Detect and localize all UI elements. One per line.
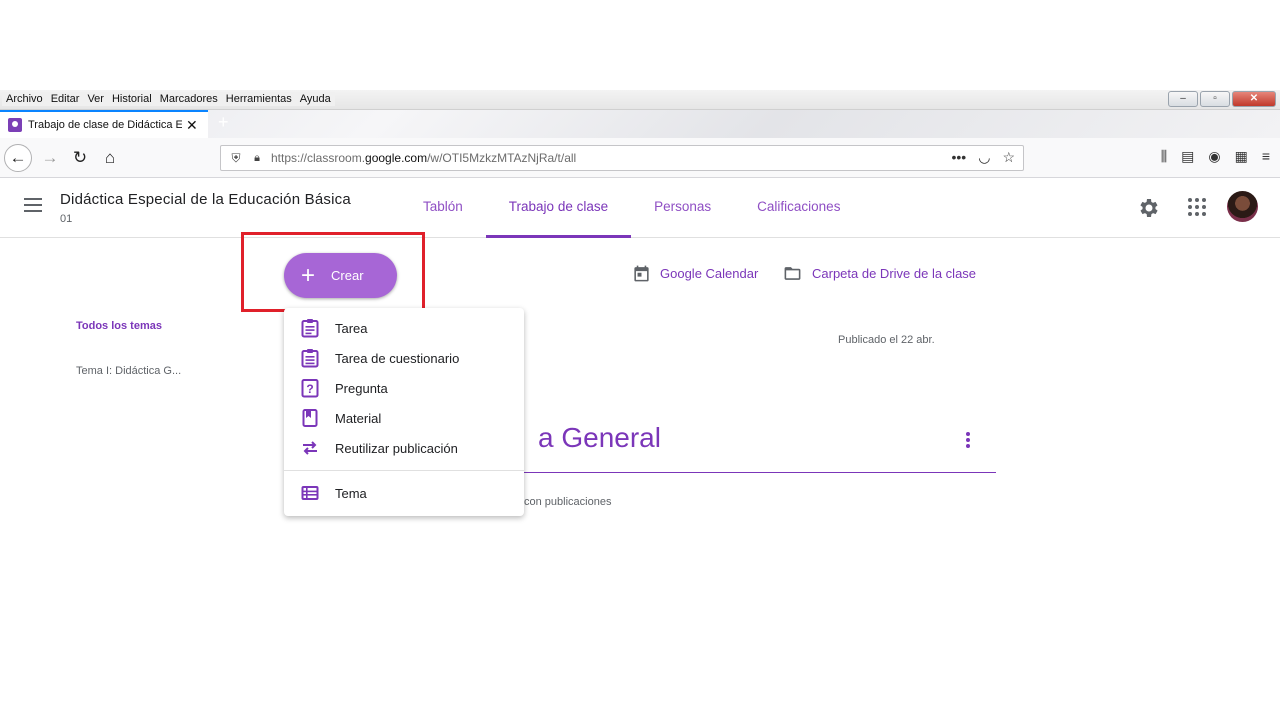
restore-button[interactable]: ▫: [1200, 91, 1230, 107]
tab-calificaciones[interactable]: Calificaciones: [734, 178, 863, 238]
material-icon: [302, 409, 318, 427]
hamburger-menu-icon[interactable]: ≡: [1262, 148, 1270, 165]
topic-more-options-icon[interactable]: [966, 432, 970, 450]
browser-window: Archivo Editar Ver Historial Marcadores …: [0, 90, 1280, 530]
menu-item-tema[interactable]: Tema: [284, 478, 524, 508]
menu-item-label: Tema: [335, 485, 367, 501]
browser-tab[interactable]: Trabajo de clase de Didáctica E ✕: [0, 110, 208, 138]
menu-item-label: Pregunta: [335, 380, 388, 396]
url-domain: google.com: [365, 151, 428, 165]
create-menu: Tarea Tarea de cuestionario ? Pregunta M…: [284, 308, 524, 516]
lock-icon[interactable]: 🔒︎: [251, 152, 263, 165]
class-section: 01: [60, 213, 73, 225]
new-tab-button[interactable]: +: [218, 112, 229, 133]
url-text[interactable]: https://classroom.google.com/w/OTI5MzkzM…: [271, 151, 576, 165]
library-icon[interactable]: ⫼: [1161, 148, 1167, 165]
reload-button[interactable]: ↻: [66, 144, 94, 172]
bookmark-star-icon[interactable]: ☆: [1002, 149, 1015, 166]
published-date: Publicado el 22 abr.: [838, 334, 935, 346]
drive-folder-link[interactable]: Carpeta de Drive de la clase: [782, 264, 976, 283]
create-button[interactable]: + Crear: [284, 253, 397, 298]
menu-marcadores[interactable]: Marcadores: [156, 92, 222, 106]
main-menu-icon[interactable]: [24, 198, 42, 216]
home-button[interactable]: ⌂: [96, 144, 124, 172]
minimize-button[interactable]: –: [1168, 91, 1198, 107]
menu-ayuda[interactable]: Ayuda: [296, 92, 335, 106]
extensions-icon[interactable]: ▦: [1235, 148, 1248, 165]
create-label: Crear: [331, 268, 364, 283]
tab-strip: Trabajo de clase de Didáctica E ✕ +: [0, 110, 1280, 138]
menu-herramientas[interactable]: Herramientas: [222, 92, 296, 106]
all-topics-link[interactable]: Todos los temas: [76, 320, 162, 332]
menu-item-label: Tarea: [335, 320, 368, 336]
settings-gear-icon[interactable]: [1136, 196, 1160, 220]
no-posts-text: con publicaciones: [524, 496, 612, 508]
tab-personas[interactable]: Personas: [631, 178, 734, 238]
topic-list-item[interactable]: Tema I: Didáctica G...: [76, 365, 181, 377]
menu-item-label: Tarea de cuestionario: [335, 350, 460, 366]
menu-item-label: Reutilizar publicación: [335, 440, 458, 456]
close-window-button[interactable]: ✕: [1232, 91, 1276, 107]
menu-editar[interactable]: Editar: [47, 92, 84, 106]
classwork-page: Todos los temas Tema I: Didáctica G... G…: [0, 232, 1280, 530]
back-button[interactable]: ←: [4, 144, 32, 172]
tracking-shield-icon[interactable]: ⛨: [229, 151, 243, 166]
question-icon: ?: [301, 379, 319, 398]
menu-item-material[interactable]: Material: [284, 403, 524, 433]
pocket-icon[interactable]: ◡: [978, 149, 990, 166]
menu-historial[interactable]: Historial: [108, 92, 156, 106]
topic-icon: [301, 486, 319, 500]
classroom-favicon-icon: [8, 118, 22, 132]
menu-archivo[interactable]: Archivo: [2, 92, 47, 106]
tab-title: Trabajo de clase de Didáctica E: [28, 119, 182, 131]
menu-bar: Archivo Editar Ver Historial Marcadores …: [0, 90, 1280, 110]
url-prefix: https://classroom.: [271, 151, 366, 165]
tab-tablon[interactable]: Tablón: [400, 178, 486, 238]
google-calendar-link[interactable]: Google Calendar: [632, 264, 758, 283]
url-bar[interactable]: ⛨ 🔒︎ https://classroom.google.com/w/OTI5…: [220, 145, 1024, 171]
reuse-post-icon: [303, 441, 317, 455]
menu-item-tarea[interactable]: Tarea: [284, 313, 524, 343]
class-tabs: Tablón Trabajo de clase Personas Calific…: [400, 178, 863, 238]
navigation-bar: ← → ↻ ⌂ ⛨ 🔒︎ https://classroom.google.co…: [0, 138, 1280, 178]
topic-title: a General: [538, 422, 661, 453]
calendar-icon: [634, 265, 649, 282]
classroom-header: Didáctica Especial de la Educación Básic…: [0, 178, 1280, 238]
google-apps-icon[interactable]: [1188, 198, 1206, 216]
tab-close-icon[interactable]: ✕: [186, 117, 198, 134]
menu-item-label: Material: [335, 410, 382, 426]
menu-ver[interactable]: Ver: [83, 92, 108, 106]
menu-item-pregunta[interactable]: ? Pregunta: [284, 373, 524, 403]
url-suffix: /w/OTI5MzkzMTAzNjRa/t/all: [427, 151, 577, 165]
tab-trabajo-de-clase[interactable]: Trabajo de clase: [485, 178, 632, 238]
calendar-label: Google Calendar: [660, 266, 759, 281]
drive-label: Carpeta de Drive de la clase: [812, 266, 977, 281]
menu-item-reutilizar-publicacion[interactable]: Reutilizar publicación: [284, 433, 524, 463]
plus-icon: +: [301, 261, 316, 289]
user-avatar[interactable]: [1227, 191, 1258, 222]
forward-button[interactable]: →: [36, 144, 64, 172]
class-name[interactable]: Didáctica Especial de la Educación Básic…: [60, 191, 351, 208]
quiz-assignment-icon: [301, 349, 319, 368]
assignment-icon: [301, 319, 319, 338]
menu-item-tarea-de-cuestionario[interactable]: Tarea de cuestionario: [284, 343, 524, 373]
svg-text:?: ?: [306, 382, 313, 396]
sidebar-icon[interactable]: ▤: [1181, 148, 1194, 165]
page-actions-icon[interactable]: •••: [952, 149, 967, 166]
account-icon[interactable]: ◉: [1208, 148, 1220, 165]
menu-divider: [284, 470, 524, 471]
topic-divider: [520, 472, 996, 473]
folder-icon: [784, 267, 801, 280]
